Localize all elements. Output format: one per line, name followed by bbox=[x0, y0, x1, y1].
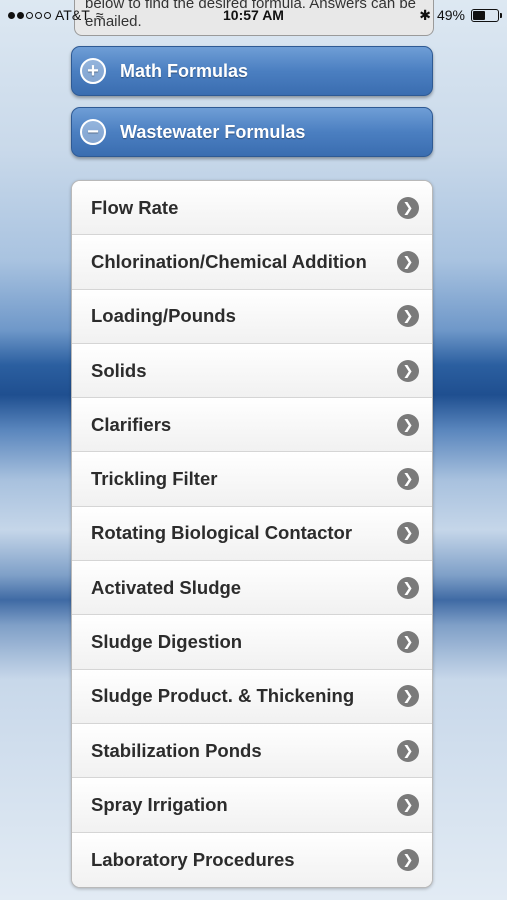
list-item-label: Laboratory Procedures bbox=[91, 848, 295, 870]
list-item[interactable]: Flow Rate ❯ bbox=[72, 181, 432, 236]
math-formulas-label: Math Formulas bbox=[120, 60, 249, 81]
list-item[interactable]: Clarifiers ❯ bbox=[72, 398, 432, 453]
chevron-right-circle-icon: ❯ bbox=[397, 631, 419, 654]
math-formulas-button[interactable]: + Math Formulas bbox=[71, 46, 433, 96]
minus-circle-icon: − bbox=[80, 119, 106, 145]
chevron-right-circle-icon: ❯ bbox=[397, 793, 419, 816]
list-item-label: Solids bbox=[91, 359, 147, 381]
list-item-label: Chlorination/Chemical Addition bbox=[91, 250, 367, 272]
list-item-label: Activated Sludge bbox=[91, 576, 242, 598]
chevron-right-circle-icon: ❯ bbox=[397, 522, 419, 545]
bluetooth-icon: ✱ bbox=[419, 6, 431, 23]
clock: 10:57 AM bbox=[223, 7, 284, 23]
list-item-label: Spray Irrigation bbox=[91, 793, 228, 815]
list-item[interactable]: Rotating Biological Contactor ❯ bbox=[72, 506, 432, 562]
battery-icon bbox=[471, 8, 502, 22]
chevron-right-circle-icon: ❯ bbox=[397, 413, 419, 436]
list-item[interactable]: Solids ❯ bbox=[72, 343, 432, 399]
list-item-label: Loading/Pounds bbox=[91, 305, 236, 327]
list-item-label: Clarifiers bbox=[91, 413, 172, 435]
signal-strength-icon bbox=[8, 11, 51, 19]
list-item-label: Sludge Product. & Thickening bbox=[91, 685, 355, 707]
list-item[interactable]: Chlorination/Chemical Addition ❯ bbox=[72, 235, 432, 290]
list-item-label: Trickling Filter bbox=[91, 468, 218, 490]
chevron-right-circle-icon: ❯ bbox=[397, 685, 419, 708]
list-item-label: Flow Rate bbox=[91, 196, 179, 218]
wastewater-formula-list: Flow Rate ❯ Chlorination/Chemical Addition… bbox=[71, 180, 433, 888]
list-item-label: Stabilization Ponds bbox=[91, 739, 262, 761]
status-bar: AT&T ≈ 10:57 AM ✱ 49% bbox=[0, 0, 507, 30]
list-item[interactable]: Sludge Digestion ❯ bbox=[72, 615, 432, 670]
plus-circle-icon: + bbox=[80, 58, 106, 84]
chevron-right-circle-icon: ❯ bbox=[397, 359, 419, 382]
chevron-right-circle-icon: ❯ bbox=[397, 739, 419, 762]
wastewater-formulas-button[interactable]: − Wastewater Formulas bbox=[71, 107, 433, 157]
status-right: ✱ 49% bbox=[419, 6, 502, 24]
chevron-right-circle-icon: ❯ bbox=[397, 576, 419, 599]
list-item[interactable]: Loading/Pounds ❯ bbox=[72, 289, 432, 344]
list-item[interactable]: Spray Irrigation ❯ bbox=[72, 778, 432, 833]
status-left: AT&T ≈ bbox=[8, 7, 103, 23]
chevron-right-circle-icon: ❯ bbox=[397, 305, 419, 328]
chevron-right-circle-icon: ❯ bbox=[397, 468, 419, 491]
list-item[interactable]: Sludge Product. & Thickening ❯ bbox=[72, 669, 432, 724]
battery-percent: 49% bbox=[436, 7, 465, 23]
wifi-icon: ≈ bbox=[95, 7, 104, 23]
wastewater-formulas-label: Wastewater Formulas bbox=[120, 121, 306, 142]
list-item[interactable]: Stabilization Ponds ❯ bbox=[72, 723, 432, 779]
list-item[interactable]: Trickling Filter ❯ bbox=[72, 452, 432, 507]
list-item[interactable]: Laboratory Procedures ❯ bbox=[72, 832, 432, 887]
carrier-label: AT&T bbox=[55, 7, 90, 23]
chevron-right-circle-icon: ❯ bbox=[397, 196, 419, 219]
list-item-label: Sludge Digestion bbox=[91, 631, 243, 653]
chevron-right-circle-icon: ❯ bbox=[397, 250, 419, 273]
chevron-right-circle-icon: ❯ bbox=[397, 848, 419, 871]
list-item-label: Rotating Biological Contactor bbox=[91, 522, 353, 544]
list-item[interactable]: Activated Sludge ❯ bbox=[72, 561, 432, 616]
